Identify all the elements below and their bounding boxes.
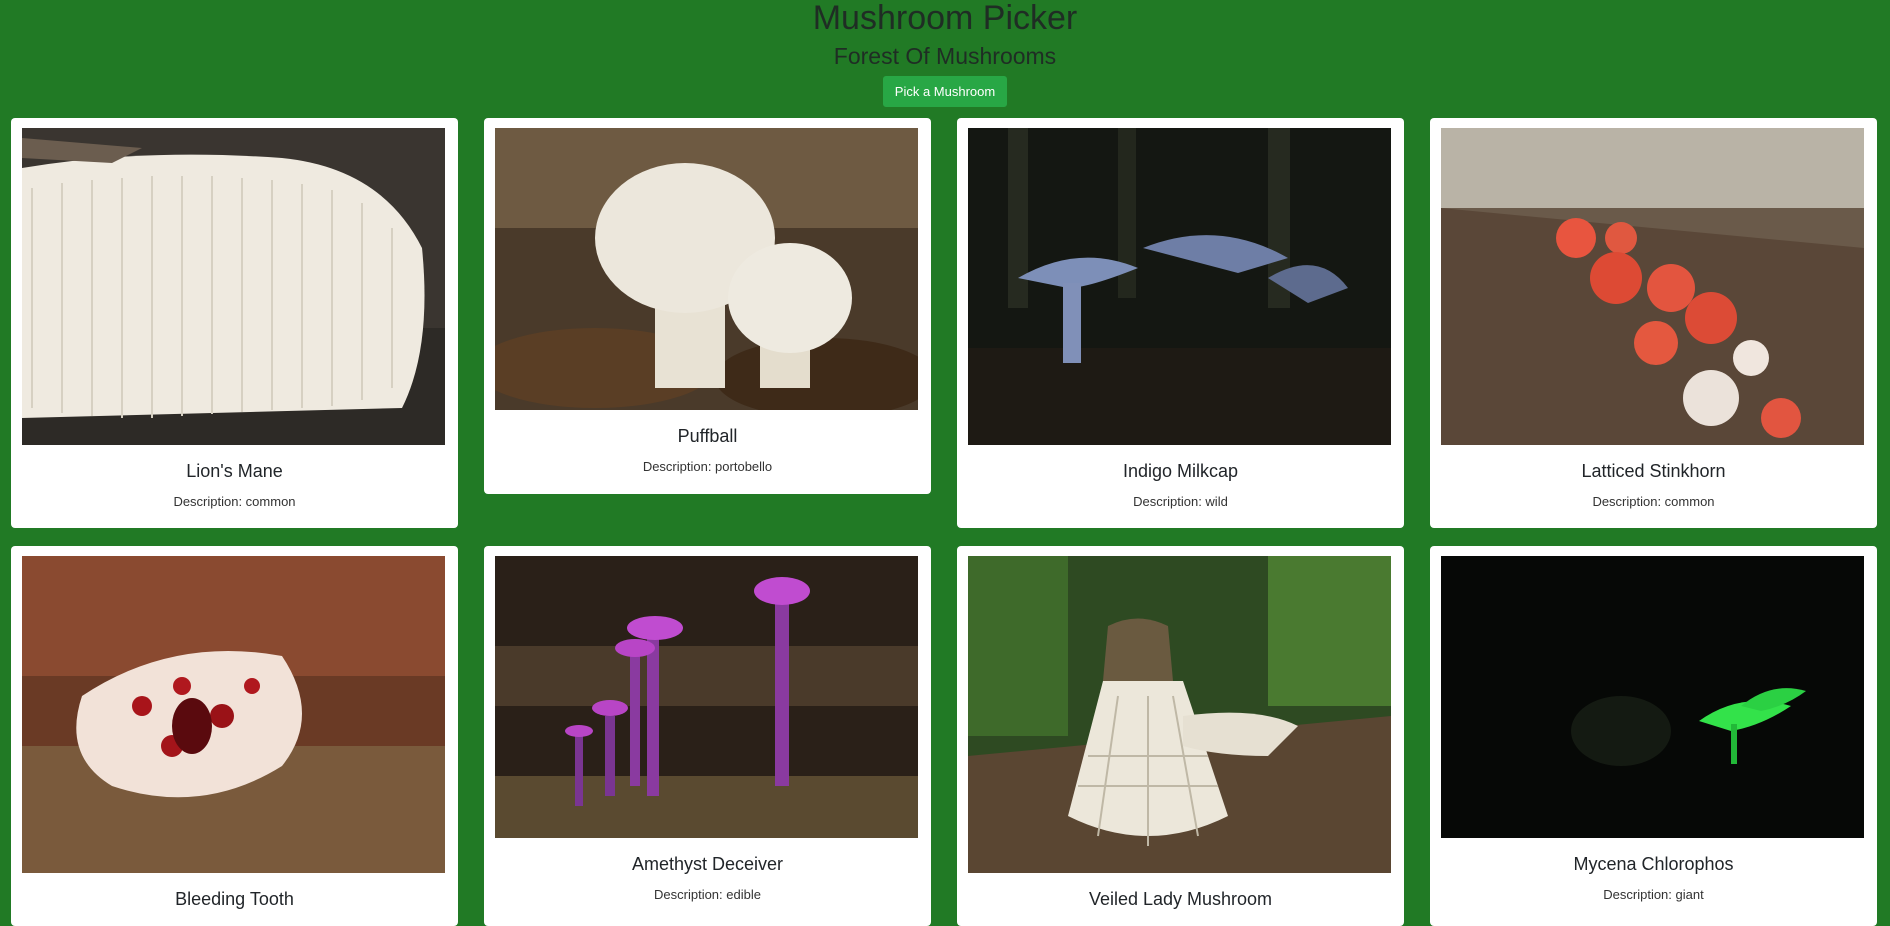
mushroom-name: Veiled Lady Mushroom	[1088, 889, 1273, 909]
mushroom-image	[495, 128, 918, 410]
page-header: Mushroom Picker Forest Of Mushrooms Pick…	[0, 0, 1890, 107]
mushroom-image	[968, 556, 1391, 873]
mushroom-card[interactable]: Mycena Chlorophos Description: giant	[1430, 546, 1877, 926]
mushroom-name: Latticed Stinkhorn	[1581, 461, 1726, 481]
pick-mushroom-button[interactable]: Pick a Mushroom	[882, 76, 1008, 107]
mushroom-card[interactable]: Veiled Lady Mushroom	[957, 546, 1404, 926]
mushroom-card[interactable]: Amethyst Deceiver Description: edible	[484, 546, 931, 926]
mushroom-image	[1441, 128, 1864, 445]
mushroom-name: Mycena Chlorophos	[1573, 854, 1734, 874]
mushroom-card[interactable]: Latticed Stinkhorn Description: common	[1430, 118, 1877, 528]
mushroom-image	[1441, 556, 1864, 838]
mushroom-name: Bleeding Tooth	[175, 889, 294, 909]
mushroom-description: Description: common	[173, 494, 296, 509]
mushroom-description: Description: portobello	[642, 459, 773, 474]
mushroom-image	[495, 556, 918, 838]
mushroom-name: Amethyst Deceiver	[631, 854, 784, 874]
page-subtitle: Forest Of Mushrooms	[833, 43, 1057, 69]
mushroom-card[interactable]: Lion's Mane Description: common	[11, 118, 458, 528]
mushroom-name: Puffball	[677, 426, 738, 446]
mushroom-name: Indigo Milkcap	[1122, 461, 1239, 481]
mushroom-description: Description: wild	[1133, 494, 1228, 509]
mushroom-image	[22, 128, 445, 445]
page-title: Mushroom Picker	[812, 0, 1078, 37]
mushroom-card[interactable]: Bleeding Tooth	[11, 546, 458, 926]
mushroom-card[interactable]: Puffball Description: portobello	[484, 118, 931, 494]
mushroom-name: Lion's Mane	[186, 461, 283, 481]
mushroom-image	[22, 556, 445, 873]
mushroom-description: Description: common	[1592, 494, 1715, 509]
mushroom-image	[968, 128, 1391, 445]
mushroom-card[interactable]: Indigo Milkcap Description: wild	[957, 118, 1404, 528]
